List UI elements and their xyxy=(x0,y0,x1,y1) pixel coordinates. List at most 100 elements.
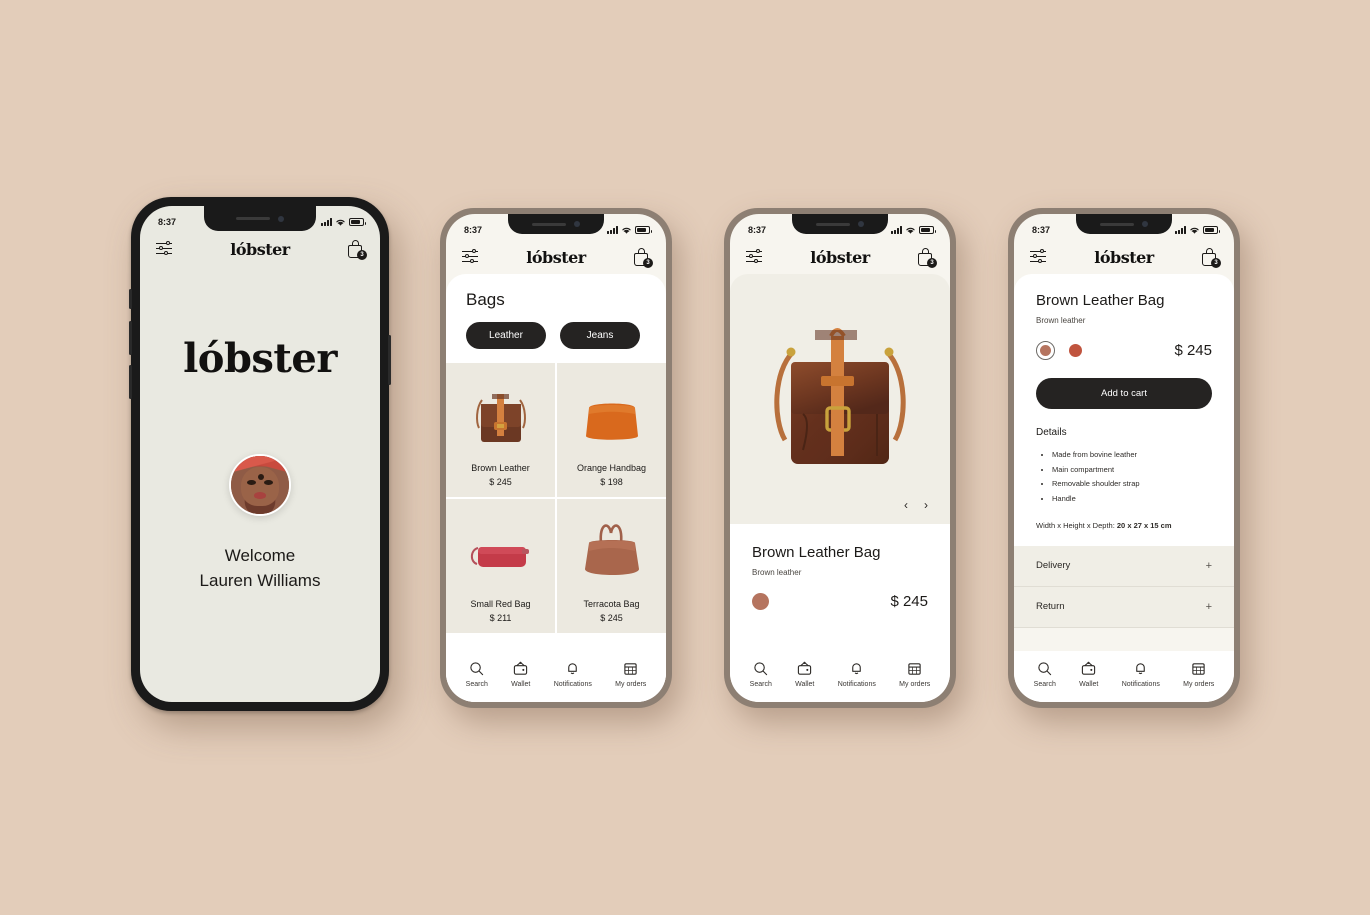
nav-search[interactable]: Search xyxy=(466,661,488,688)
user-avatar[interactable] xyxy=(229,453,291,516)
brand-logo: lóbster xyxy=(230,239,290,259)
product-image-terracota-bag xyxy=(577,511,647,589)
product-price: $ 245 xyxy=(600,613,623,623)
cart-count-badge: 3 xyxy=(926,258,937,268)
dimensions-value: 20 x 27 x 15 cm xyxy=(1116,520,1172,530)
filter-sliders-icon[interactable] xyxy=(746,249,762,264)
expand-plus-icon: + xyxy=(1205,600,1212,613)
app-header: lóbster 3 xyxy=(446,240,666,274)
battery-icon xyxy=(349,218,366,226)
app-header: lóbster 3 xyxy=(730,240,950,274)
add-to-cart-button[interactable]: Add to cart xyxy=(1036,378,1212,409)
nav-wallet[interactable]: Wallet xyxy=(795,661,814,688)
phone-product: 8:37 lóbster 3 ‹ › Brown Leather Bag Bro… xyxy=(724,208,956,708)
product-name: Terracota Bag xyxy=(583,599,640,609)
detail-item: Handle xyxy=(1052,492,1212,507)
status-bar: 8:37 xyxy=(1014,214,1234,240)
product-title: Brown Leather Bag xyxy=(752,544,881,561)
product-title: Brown Leather Bag xyxy=(1036,292,1165,309)
color-swatch-red[interactable] xyxy=(1069,344,1082,357)
bottom-navigation: Search Wallet Notifications My orders xyxy=(730,651,950,702)
nav-notifications[interactable]: Notifications xyxy=(554,661,592,688)
product-screen: 8:37 lóbster 3 ‹ › Brown Leather Bag Bro… xyxy=(730,214,950,702)
product-price: $ 211 xyxy=(489,613,512,623)
nav-label: My orders xyxy=(899,681,931,688)
welcome-screen: 8:37 lóbster 3 lóbster Welcome Lauren Wi… xyxy=(140,206,380,702)
phone-details: 8:37 lóbster 3 Brown Leather Bag Brown l… xyxy=(1008,208,1240,708)
details-list: Made from bovine leather Main compartmen… xyxy=(1052,448,1212,507)
filter-sliders-icon[interactable] xyxy=(462,249,478,264)
volume-down-button[interactable] xyxy=(129,365,132,399)
catalog-sheet: Bags Leather Jeans Brown Leather $ 245 O… xyxy=(446,274,666,702)
cart-count-badge: 3 xyxy=(356,250,367,260)
shopping-bag-icon[interactable]: 3 xyxy=(917,248,937,268)
detail-item: Removable shoulder strap xyxy=(1052,477,1212,492)
nav-label: Wallet xyxy=(511,681,531,688)
product-card-small-red-bag[interactable]: Small Red Bag $ 211 xyxy=(446,499,555,633)
product-name: Orange Handbag xyxy=(576,463,647,473)
carousel-prev-icon[interactable]: ‹ xyxy=(904,498,908,512)
nav-label: Search xyxy=(465,681,488,688)
product-subtitle: Brown leather xyxy=(752,568,802,577)
signal-bars-icon xyxy=(1175,226,1186,234)
calendar-icon xyxy=(908,663,921,675)
nav-notifications[interactable]: Notifications xyxy=(838,661,876,688)
catalog-screen: 8:37 lóbster 3 Bags Leather Jeans Brown … xyxy=(446,214,666,702)
shopping-bag-icon[interactable]: 3 xyxy=(347,240,367,260)
chip-leather[interactable]: Leather xyxy=(466,322,546,349)
app-header: lóbster 3 xyxy=(140,232,380,266)
product-subtitle: Brown leather xyxy=(1036,316,1086,325)
accordion-return[interactable]: Return + xyxy=(1014,587,1234,628)
product-image-orange-handbag xyxy=(579,375,645,453)
nav-label: Search xyxy=(749,681,772,688)
product-card-brown-leather[interactable]: Brown Leather $ 245 xyxy=(446,363,555,497)
accordion-label: Delivery xyxy=(1036,560,1071,571)
accordion-label: Return xyxy=(1036,601,1065,612)
product-info-card: Brown Leather Bag Brown leather $ 245 xyxy=(730,524,950,651)
product-card-terracota-bag[interactable]: Terracota Bag $ 245 xyxy=(557,499,666,633)
volume-up-button[interactable] xyxy=(129,321,132,355)
page-title: Bags xyxy=(466,290,505,309)
expand-plus-icon: + xyxy=(1205,559,1212,572)
mute-switch[interactable] xyxy=(129,289,132,309)
nav-search[interactable]: Search xyxy=(1034,661,1056,688)
phone-welcome: 8:37 lóbster 3 lóbster Welcome Lauren Wi… xyxy=(129,197,391,711)
chip-jeans[interactable]: Jeans xyxy=(560,322,640,349)
nav-wallet[interactable]: Wallet xyxy=(511,661,530,688)
product-hero-image xyxy=(730,288,950,496)
accordion-sections: Delivery + Return + xyxy=(1014,545,1234,628)
power-button[interactable] xyxy=(388,335,391,385)
carousel-next-icon[interactable]: › xyxy=(924,498,928,512)
welcome-content: lóbster Welcome Lauren Williams xyxy=(140,206,380,702)
nav-wallet[interactable]: Wallet xyxy=(1079,661,1098,688)
carousel-controls: ‹ › xyxy=(730,496,950,518)
nav-my-orders[interactable]: My orders xyxy=(1183,661,1214,688)
nav-label: Notifications xyxy=(553,681,592,688)
nav-label: My orders xyxy=(1183,681,1215,688)
accordion-delivery[interactable]: Delivery + xyxy=(1014,546,1234,587)
product-card-orange-handbag[interactable]: Orange Handbag $ 198 xyxy=(557,363,666,497)
shopping-bag-icon[interactable]: 3 xyxy=(1201,248,1221,268)
bottom-navigation: Search Wallet Notifications My orders xyxy=(1014,651,1234,702)
nav-my-orders[interactable]: My orders xyxy=(899,661,930,688)
bell-icon xyxy=(1136,663,1146,675)
dimensions-row: Width x Height x Depth: 20 x 27 x 15 cm xyxy=(1036,521,1212,530)
nav-my-orders[interactable]: My orders xyxy=(615,661,646,688)
nav-notifications[interactable]: Notifications xyxy=(1122,661,1160,688)
welcome-greeting: Welcome xyxy=(224,545,296,565)
mockup-stage: 8:37 lóbster 3 lóbster Welcome Lauren Wi… xyxy=(0,0,1370,915)
wifi-icon xyxy=(1190,227,1199,234)
color-swatch-brown[interactable] xyxy=(752,593,769,610)
brand-logo: lóbster xyxy=(810,247,870,267)
status-bar: 8:37 xyxy=(446,214,666,240)
search-icon xyxy=(754,662,768,676)
nav-search[interactable]: Search xyxy=(750,661,772,688)
color-swatch-brown-selected[interactable] xyxy=(1036,341,1055,360)
filter-sliders-icon[interactable] xyxy=(1030,249,1046,264)
filter-sliders-icon[interactable] xyxy=(156,241,172,256)
wifi-icon xyxy=(336,219,345,226)
battery-icon xyxy=(635,226,652,234)
welcome-username: Lauren Williams xyxy=(199,570,321,590)
shopping-bag-icon[interactable]: 3 xyxy=(633,248,653,268)
nav-label: Notifications xyxy=(837,681,876,688)
